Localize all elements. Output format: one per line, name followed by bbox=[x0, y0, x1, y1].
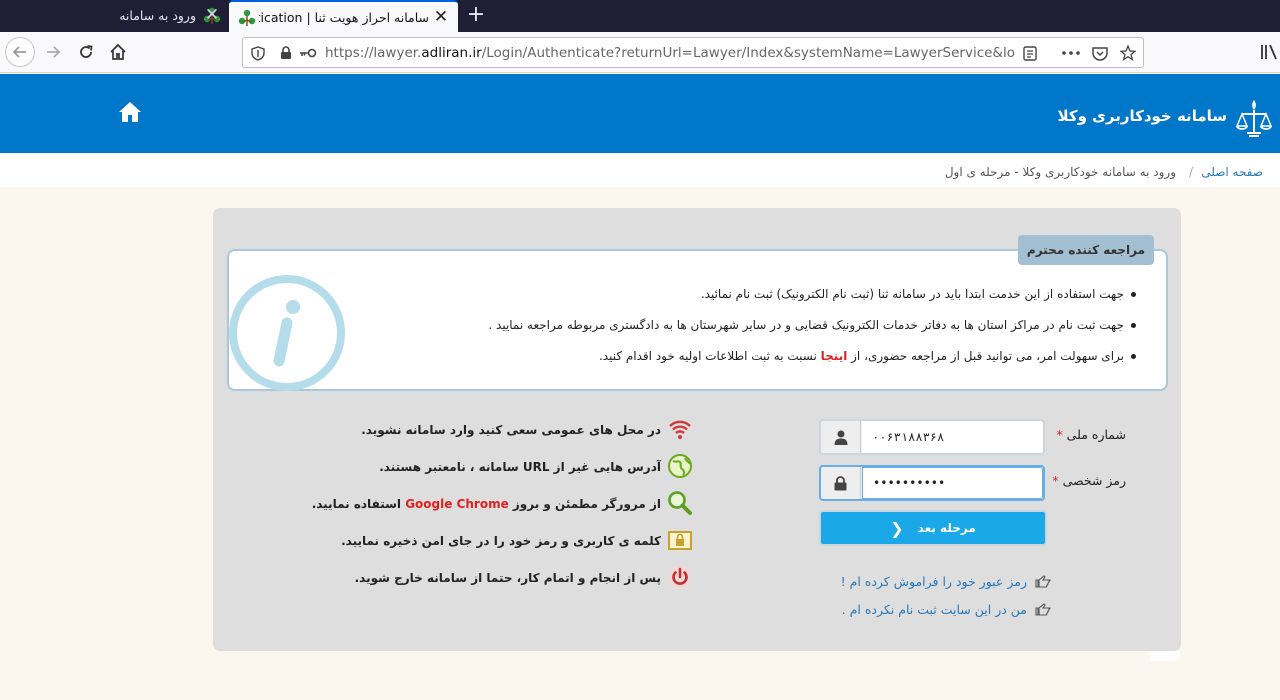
bookmark-star-icon[interactable] bbox=[1119, 44, 1137, 62]
tab-title: ورود به سامانه bbox=[119, 8, 196, 23]
more-actions-icon[interactable] bbox=[1062, 44, 1080, 62]
tip-text-part: استفاده نمایید. bbox=[311, 497, 406, 511]
site-title: سامانه خودکاربری وکلا bbox=[1057, 107, 1227, 125]
library-icon[interactable] bbox=[1259, 42, 1279, 62]
pocket-icon[interactable] bbox=[1091, 44, 1109, 62]
notice-text: نسبت به ثبت اطلاعات اولیه خود اقدام کنید… bbox=[598, 349, 821, 363]
tree-favicon-icon bbox=[238, 9, 256, 26]
password-input[interactable] bbox=[862, 467, 1043, 499]
notice-item: جهت استفاده از این خدمت ابتدا باید در سا… bbox=[244, 287, 1136, 318]
browser-tab-authentication[interactable]: سامانه احراز هویت ثنا | Authentication ✕ bbox=[229, 0, 458, 32]
pre-register-link[interactable]: اینجا bbox=[821, 349, 848, 363]
required-mark: * bbox=[1052, 473, 1059, 488]
breadcrumb-home-link[interactable]: صفحه اصلی bbox=[1201, 165, 1263, 179]
tip-text: آدرس هایی غیر از URL سامانه ، نامعتبر هس… bbox=[379, 460, 661, 474]
password-label: رمز شخصی * bbox=[1052, 473, 1126, 488]
tip-item: پس از انجام و اتمام کار، حتما از سامانه … bbox=[353, 564, 693, 601]
panel-corner bbox=[1150, 651, 1180, 661]
browser-tab-login[interactable]: ورود به سامانه ✕ bbox=[0, 0, 228, 32]
site-home-icon[interactable] bbox=[118, 101, 142, 123]
forward-button[interactable] bbox=[38, 37, 68, 67]
pointing-hand-icon bbox=[1035, 575, 1051, 588]
wifi-icon bbox=[669, 420, 691, 439]
browser-tab-bar: ورود به سامانه ✕ سامانه احراز هویت ثنا |… bbox=[0, 0, 1280, 32]
required-mark: * bbox=[1056, 427, 1063, 442]
national-id-field bbox=[819, 419, 1045, 455]
link-text: رمز عبور خود را فراموش کرده ام ! bbox=[840, 574, 1027, 589]
tab-close-icon[interactable]: ✕ bbox=[431, 7, 451, 27]
reload-button[interactable] bbox=[71, 37, 101, 67]
forgot-password-link[interactable]: رمز عبور خود را فراموش کرده ام ! bbox=[840, 574, 1051, 589]
tip-text-part: از مرورگر مطمئن و بروز bbox=[508, 497, 661, 511]
tip-item: کلمه ی کاربری و رمز خود را در جای امن ذخ… bbox=[341, 527, 693, 564]
tip-text: پس از انجام و اتمام کار، حتما از سامانه … bbox=[354, 571, 661, 585]
new-tab-icon[interactable]: + bbox=[464, 3, 488, 27]
breadcrumb-current: ورود به سامانه خودکاربری وکلا - مرحله ی … bbox=[944, 165, 1176, 179]
browser-home-button[interactable] bbox=[103, 37, 133, 67]
next-step-label: مرحله بعد bbox=[917, 521, 976, 535]
notice-box: مراجعه کننده محترم جهت استفاده از این خد… bbox=[227, 235, 1168, 391]
tab-close-icon[interactable]: ✕ bbox=[202, 5, 222, 25]
tip-item: آدرس هایی غیر از URL سامانه ، نامعتبر هس… bbox=[353, 453, 693, 490]
security-tips: در محل های عمومی سعی کنید وارد سامانه نش… bbox=[312, 416, 693, 601]
tip-item: از مرورگر مطمئن و بروز Google Chrome است… bbox=[312, 490, 693, 527]
globe-icon bbox=[668, 454, 692, 478]
url-path: /Login/Authenticate?returnUrl=Lawyer/Ind… bbox=[481, 45, 1015, 61]
tip-text: کلمه ی کاربری و رمز خود را در جای امن ذخ… bbox=[341, 534, 661, 548]
arrow-left-icon bbox=[12, 46, 26, 58]
password-field bbox=[819, 465, 1045, 501]
reader-view-icon[interactable] bbox=[1021, 44, 1039, 62]
login-panel: مراجعه کننده محترم جهت استفاده از این خد… bbox=[213, 208, 1181, 651]
url-prefix: https://lawyer. bbox=[325, 45, 422, 61]
back-button[interactable] bbox=[5, 37, 35, 67]
justice-scale-logo-icon bbox=[1235, 100, 1273, 137]
chevron-left-icon: ❮ bbox=[890, 518, 904, 538]
lock-box-icon bbox=[668, 531, 692, 550]
tab-title: سامانه احراز هویت ثنا | Authentication bbox=[259, 10, 429, 25]
tip-text: در محل های عمومی سعی کنید وارد سامانه نش… bbox=[361, 423, 661, 437]
notice-item: جهت ثبت نام در مراکز استان ها به دفاتر خ… bbox=[244, 318, 1136, 349]
browser-nav-bar: https://lawyer.adliran.ir/Login/Authenti… bbox=[0, 32, 1280, 73]
arrow-right-icon bbox=[47, 46, 61, 58]
notice-list: جهت استفاده از این خدمت ابتدا باید در سا… bbox=[244, 287, 1136, 380]
notice-title: مراجعه کننده محترم bbox=[1017, 235, 1154, 265]
label-text: رمز شخصی bbox=[1062, 473, 1126, 488]
reload-icon bbox=[80, 45, 93, 58]
tip-item: در محل های عمومی سعی کنید وارد سامانه نش… bbox=[353, 416, 693, 453]
tip-text: از مرورگر مطمئن و بروز Google Chrome است… bbox=[312, 497, 661, 511]
label-text: شماره ملی bbox=[1066, 427, 1126, 442]
not-registered-link[interactable]: من در این سایت ثبت نام نکرده ام . bbox=[841, 602, 1051, 617]
shield-icon[interactable] bbox=[249, 44, 267, 62]
breadcrumb: صفحه اصلی / ورود به سامانه خودکاربری وکل… bbox=[0, 153, 1280, 187]
lock-icon[interactable] bbox=[277, 44, 295, 62]
national-id-input[interactable] bbox=[862, 421, 1043, 453]
notice-text: برای سهولت امر، می توانید قبل از مراجعه … bbox=[847, 349, 1124, 363]
user-icon bbox=[821, 421, 861, 453]
site-header: سامانه خودکاربری وکلا bbox=[0, 74, 1280, 153]
home-icon bbox=[110, 43, 126, 60]
magnifier-icon bbox=[668, 491, 692, 515]
pointing-hand-icon bbox=[1035, 603, 1051, 616]
address-bar[interactable]: https://lawyer.adliran.ir/Login/Authenti… bbox=[242, 37, 1144, 68]
breadcrumb-separator: / bbox=[1188, 165, 1193, 179]
padlock-icon bbox=[821, 467, 861, 499]
national-id-label: شماره ملی * bbox=[1056, 427, 1126, 442]
browser-name-highlight: Google Chrome bbox=[405, 497, 509, 511]
next-step-button[interactable]: مرحله بعد ❮ bbox=[819, 510, 1047, 546]
key-icon[interactable] bbox=[299, 44, 317, 62]
url-text[interactable]: https://lawyer.adliran.ir/Login/Authenti… bbox=[325, 45, 1015, 61]
url-domain: adliran.ir bbox=[421, 45, 482, 61]
power-icon bbox=[668, 565, 692, 589]
link-text: من در این سایت ثبت نام نکرده ام . bbox=[841, 602, 1027, 617]
notice-item: برای سهولت امر، می توانید قبل از مراجعه … bbox=[244, 349, 1136, 380]
